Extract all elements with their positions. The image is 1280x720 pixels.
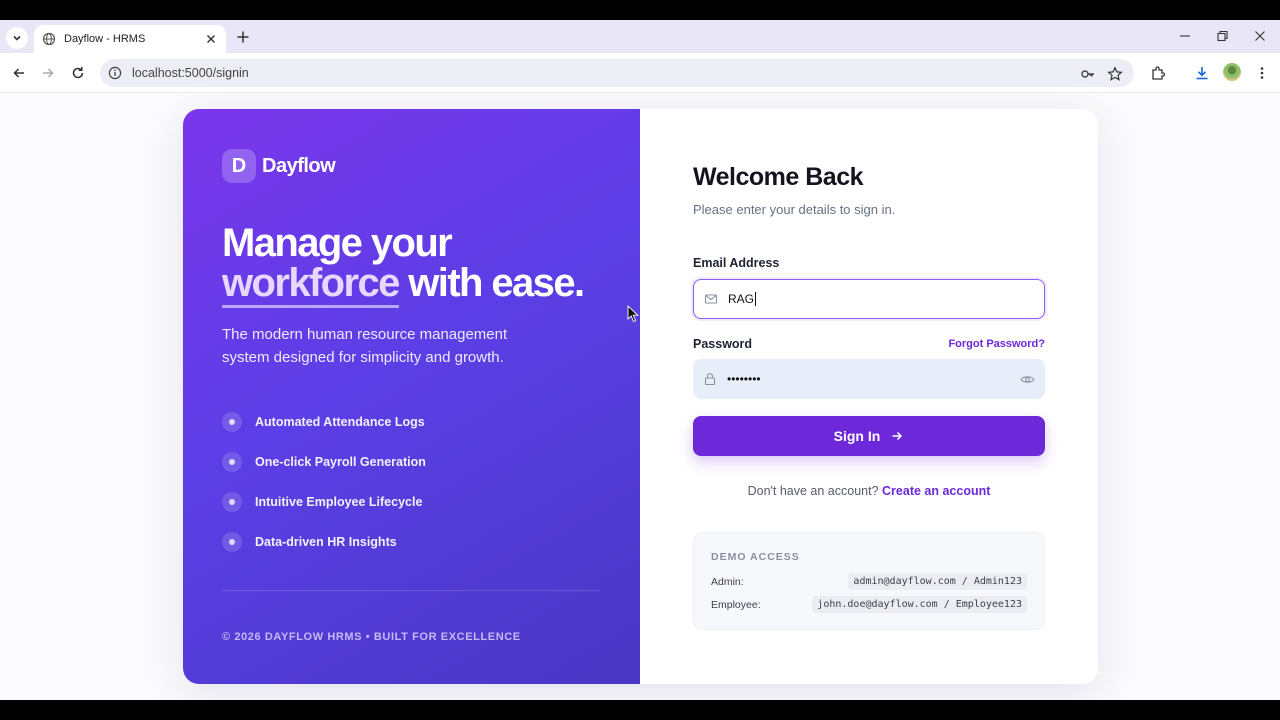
- sign-in-label: Sign In: [833, 428, 881, 444]
- hero-headline: Manage your workforce with ease.: [222, 221, 585, 308]
- page-title: Welcome Back: [693, 163, 864, 191]
- mouse-pointer-icon: [627, 305, 639, 323]
- password-field[interactable]: ••••••••: [693, 359, 1045, 399]
- feature-item: Data-driven HR Insights: [222, 522, 426, 562]
- demo-row-admin: Admin: admin@dayflow.com / Admin123: [711, 573, 1027, 590]
- minimize-icon[interactable]: [1178, 29, 1192, 43]
- signin-card: D Dayflow Manage your workforce with eas…: [183, 109, 1098, 684]
- create-account-link[interactable]: Create an account: [882, 484, 990, 498]
- download-icon[interactable]: [1194, 65, 1210, 81]
- restore-icon[interactable]: [1215, 29, 1229, 43]
- browser-toolbar: localhost:5000/signin: [0, 53, 1280, 93]
- page-content: D Dayflow Manage your workforce with eas…: [0, 93, 1280, 700]
- lock-icon: [704, 373, 716, 386]
- signup-prompt: Don't have an account? Create an account: [640, 484, 1098, 498]
- password-key-icon[interactable]: [1080, 66, 1096, 82]
- chevron-down-icon: [13, 35, 21, 41]
- feature-item: Intuitive Employee Lifecycle: [222, 482, 426, 522]
- more-menu-icon[interactable]: [1254, 65, 1270, 81]
- bullet-dot-icon: [222, 492, 242, 512]
- forward-arrow-icon[interactable]: [40, 65, 56, 81]
- letterbox-top: [0, 0, 1280, 20]
- tab-dayflow[interactable]: Dayflow - HRMS: [34, 25, 226, 53]
- forgot-password-link[interactable]: Forgot Password?: [948, 338, 1045, 350]
- window-close-icon[interactable]: [1253, 29, 1267, 43]
- brand: D Dayflow: [222, 149, 336, 183]
- divider: [222, 590, 600, 591]
- signin-form: Welcome Back Please enter your details t…: [640, 109, 1098, 684]
- headline-line1: Manage your: [222, 221, 453, 265]
- hero-panel: D Dayflow Manage your workforce with eas…: [183, 109, 640, 684]
- profile-avatar[interactable]: [1223, 63, 1241, 81]
- sign-in-button[interactable]: Sign In: [693, 416, 1045, 456]
- bookmark-star-icon[interactable]: [1107, 66, 1123, 82]
- page-subtitle: Please enter your details to sign in.: [693, 202, 896, 217]
- url-text: localhost:5000/signin: [132, 66, 249, 80]
- bullet-dot-icon: [222, 412, 242, 432]
- globe-icon: [42, 32, 56, 46]
- email-field[interactable]: RAG: [693, 279, 1045, 319]
- feature-item: Automated Attendance Logs: [222, 402, 426, 442]
- bullet-dot-icon: [222, 452, 242, 472]
- brand-name: Dayflow: [262, 154, 336, 177]
- back-arrow-icon[interactable]: [11, 65, 27, 81]
- headline-accent: workforce: [222, 261, 400, 308]
- password-label: Password: [693, 337, 753, 351]
- tab-title: Dayflow - HRMS: [64, 33, 146, 45]
- feature-label: Intuitive Employee Lifecycle: [255, 495, 423, 509]
- address-bar[interactable]: localhost:5000/signin: [100, 59, 1134, 87]
- feature-label: Data-driven HR Insights: [255, 535, 397, 549]
- close-icon[interactable]: [204, 32, 218, 46]
- tab-search-button[interactable]: [6, 27, 28, 49]
- feature-label: Automated Attendance Logs: [255, 415, 425, 429]
- email-value: RAG: [728, 292, 755, 306]
- demo-admin-credentials: admin@dayflow.com / Admin123: [848, 573, 1027, 590]
- headline-rest: with ease.: [398, 261, 585, 305]
- reload-icon[interactable]: [70, 65, 86, 81]
- demo-title: DEMO ACCESS: [711, 551, 800, 563]
- hero-subtext: The modern human resource management sys…: [222, 326, 508, 366]
- feature-label: One-click Payroll Generation: [255, 455, 426, 469]
- password-value: ••••••••: [727, 372, 761, 386]
- letterbox-bottom: [0, 700, 1280, 720]
- eye-icon[interactable]: [1020, 372, 1035, 387]
- demo-admin-label: Admin:: [711, 575, 744, 588]
- feature-list: Automated Attendance Logs One-click Payr…: [222, 402, 426, 562]
- brand-logo: D: [222, 149, 256, 183]
- bullet-dot-icon: [222, 532, 242, 552]
- extensions-icon[interactable]: [1150, 65, 1166, 81]
- mail-icon: [704, 294, 718, 304]
- email-label: Email Address: [693, 256, 780, 270]
- no-account-text: Don't have an account?: [747, 484, 879, 498]
- tab-strip: Dayflow - HRMS: [0, 20, 1280, 53]
- copyright: © 2026 DAYFLOW HRMS • BUILT FOR EXCELLEN…: [222, 631, 521, 643]
- demo-row-employee: Employee: john.doe@dayflow.com / Employe…: [711, 596, 1027, 613]
- demo-employee-label: Employee:: [711, 598, 761, 611]
- feature-item: One-click Payroll Generation: [222, 442, 426, 482]
- demo-access-box: DEMO ACCESS Admin: admin@dayflow.com / A…: [693, 532, 1045, 630]
- text-caret: [755, 292, 757, 306]
- site-info-icon[interactable]: [108, 66, 122, 80]
- demo-employee-credentials: john.doe@dayflow.com / Employee123: [812, 596, 1027, 613]
- browser-window: Dayflow - HRMS localhost:5000/signin D D…: [0, 20, 1280, 700]
- arrow-right-icon: [892, 431, 903, 441]
- new-tab-icon[interactable]: [234, 28, 252, 46]
